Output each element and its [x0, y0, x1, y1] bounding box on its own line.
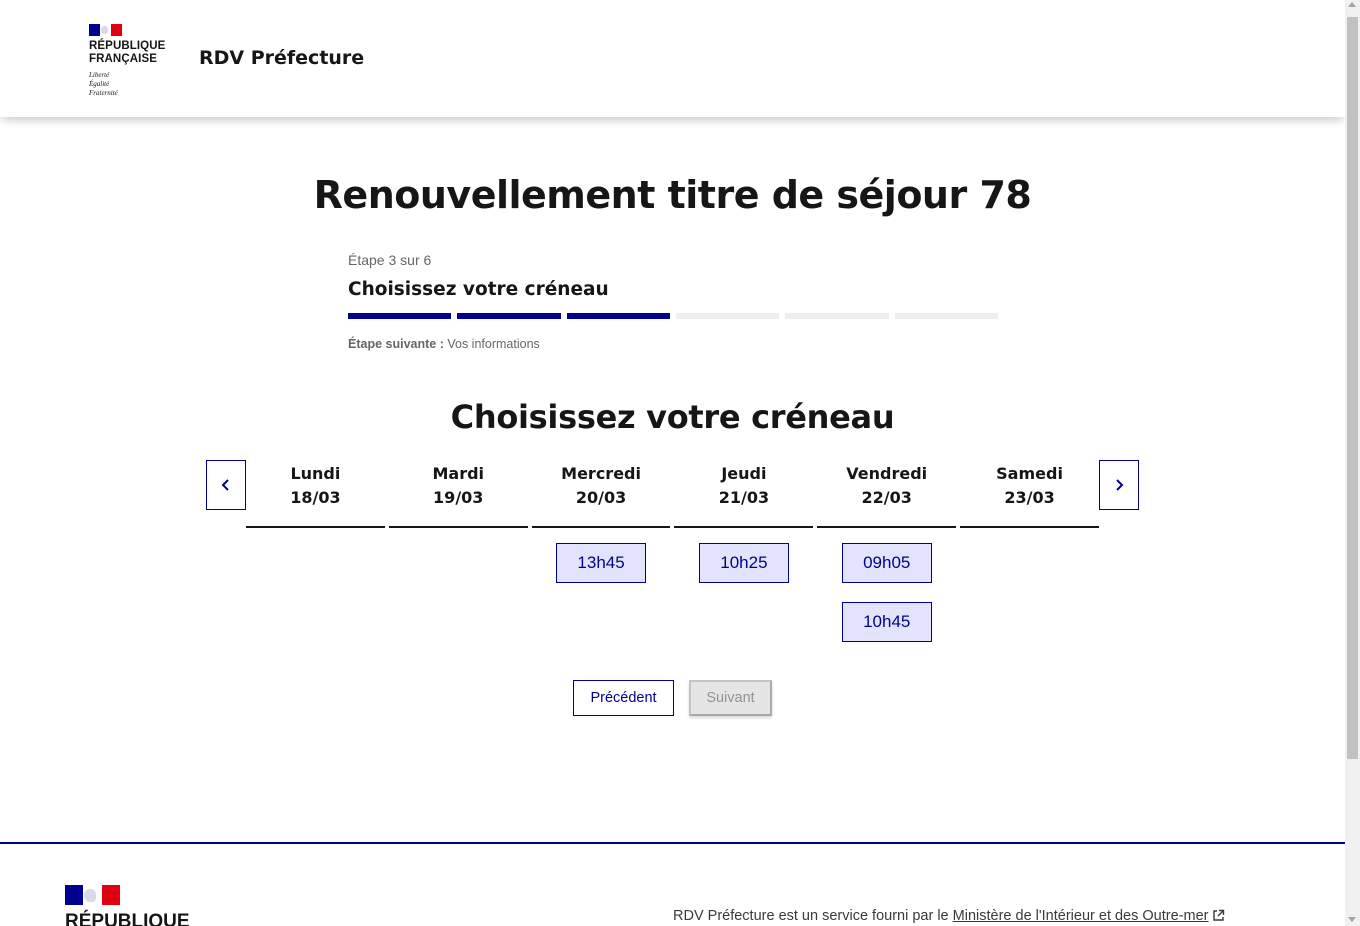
footer-marianne-flag-icon	[65, 885, 120, 905]
step-next-label: Étape suivante :	[348, 337, 444, 351]
day-column: Vendredi 22/03 09h05 10h45	[817, 462, 957, 642]
republique-francaise-logo[interactable]: RÉPUBLIQUE FRANÇAISE Liberté Égalité Fra…	[89, 24, 179, 98]
day-date: 22/03	[861, 488, 912, 507]
scroll-up-arrow-icon[interactable]	[1348, 2, 1356, 7]
time-slot-button[interactable]: 13h45	[556, 543, 647, 583]
day-header: Mardi 19/03	[388, 462, 528, 528]
step-next: Étape suivante : Vos informations	[348, 337, 998, 351]
day-date: 21/03	[718, 488, 770, 507]
day-name: Samedi	[996, 464, 1063, 483]
ministere-link-label: Ministère de l'Intérieur et des Outre-me…	[952, 908, 1209, 924]
step-bar-5	[785, 313, 889, 319]
scrollbar-thumb[interactable]	[1347, 17, 1358, 759]
day-name: Mercredi	[561, 464, 641, 483]
calendar-days: Lundi 18/03 Mardi 19/03 Mercredi 20/03 13h45 Je…	[246, 462, 1099, 642]
day-name: Vendredi	[846, 464, 928, 483]
previous-button[interactable]: Précédent	[573, 680, 674, 716]
day-date: 19/03	[433, 488, 484, 507]
day-header: Jeudi 21/03	[674, 462, 814, 528]
day-column: Mercredi 20/03 13h45	[531, 462, 671, 642]
external-link-icon	[1213, 909, 1225, 921]
stepper: Étape 3 sur 6 Choisissez votre créneau É…	[348, 252, 998, 351]
slot-list: 13h45	[532, 543, 671, 583]
day-header: Vendredi 22/03	[817, 462, 957, 528]
calendar-next-button[interactable]	[1099, 460, 1139, 510]
step-progress-bars	[348, 313, 998, 319]
time-slot-button[interactable]: 10h45	[841, 602, 932, 642]
chevron-right-icon	[1116, 479, 1124, 491]
step-title: Choisissez votre créneau	[348, 279, 609, 300]
logo-text: RÉPUBLIQUE FRANÇAISE	[89, 40, 166, 65]
footer-description-text: RDV Préfecture est un service fourni par…	[673, 908, 949, 924]
step-bar-4	[675, 313, 780, 319]
day-date: 18/03	[290, 488, 341, 507]
step-bar-2	[457, 313, 561, 319]
marianne-flag-icon	[89, 24, 122, 36]
ministere-link[interactable]: Ministère de l'Intérieur et des Outre-me…	[953, 908, 1226, 924]
day-column: Lundi 18/03	[246, 462, 385, 642]
step-bar-6	[894, 313, 998, 319]
next-button[interactable]: Suivant	[689, 680, 772, 716]
slot-list: 09h05 10h45	[817, 543, 956, 642]
day-date: 23/03	[1004, 488, 1055, 507]
day-name: Lundi	[290, 464, 341, 483]
footer-logo-text: RÉPUBLIQUE	[65, 911, 190, 926]
section-title: Choisissez votre créneau	[450, 398, 895, 436]
step-next-title: Vos informations	[447, 337, 540, 351]
day-column: Mardi 19/03	[388, 462, 528, 642]
slot-list: 10h25	[674, 543, 813, 583]
footer-republique-logo[interactable]: RÉPUBLIQUE	[65, 885, 190, 926]
step-state: Étape 3 sur 6	[348, 252, 432, 268]
step-bar-1	[348, 313, 452, 319]
time-slot-button[interactable]: 09h05	[841, 543, 932, 583]
day-header: Lundi 18/03	[246, 462, 385, 528]
time-slot-button[interactable]: 10h25	[698, 543, 789, 583]
service-title[interactable]: RDV Préfecture	[199, 47, 364, 69]
day-column: Jeudi 21/03 10h25	[674, 462, 814, 642]
day-name: Mardi	[432, 464, 485, 483]
day-header: Samedi 23/03	[960, 462, 1099, 528]
day-date: 20/03	[575, 488, 627, 507]
chevron-left-icon	[221, 479, 229, 491]
day-header: Mercredi 20/03	[531, 462, 671, 528]
site-header: RÉPUBLIQUE FRANÇAISE Liberté Égalité Fra…	[0, 0, 1345, 117]
step-bar-3	[566, 313, 670, 319]
site-footer: RÉPUBLIQUE RDV Préfecture est un service…	[0, 842, 1345, 926]
footer-description: RDV Préfecture est un service fourni par…	[673, 908, 1225, 924]
calendar-previous-button[interactable]	[206, 460, 246, 510]
day-column: Samedi 23/03	[960, 462, 1099, 642]
motto: Liberté Égalité Fraternité	[89, 71, 118, 97]
vertical-scrollbar[interactable]	[1345, 0, 1360, 926]
page: RÉPUBLIQUE FRANÇAISE Liberté Égalité Fra…	[0, 0, 1345, 926]
day-name: Jeudi	[721, 464, 767, 483]
scroll-down-arrow-icon[interactable]	[1348, 917, 1356, 922]
page-title: Renouvellement titre de séjour 78	[313, 173, 1032, 217]
